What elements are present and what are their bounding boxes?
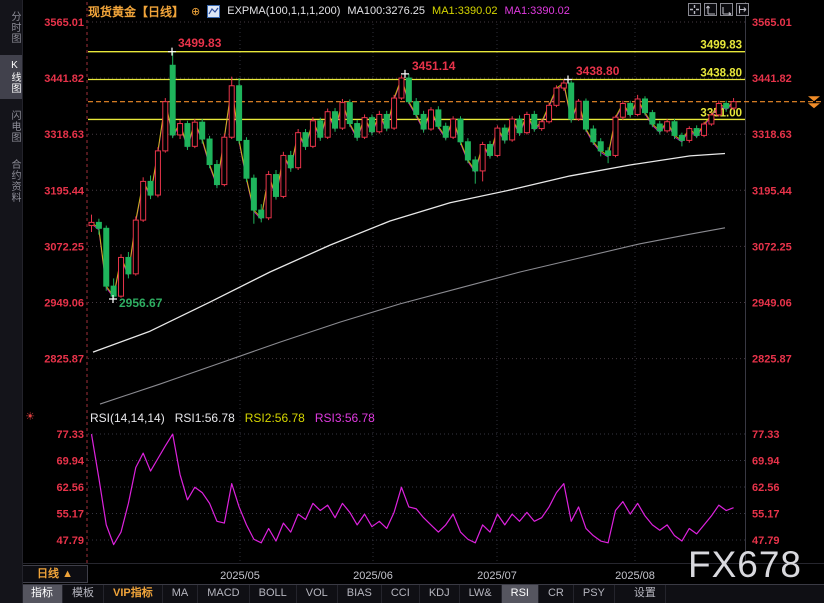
left-sidebar: 分时图 K线图闪电图合约资料 [0,0,23,603]
svg-text:3441.82: 3441.82 [752,73,792,85]
add-indicator-icon[interactable]: ⊕ [191,5,200,18]
tab-rsi[interactable]: RSI [501,585,539,603]
price-annotations: 3499.83 3451.14 3438.80 2956.67 [109,35,621,311]
svg-text:3565.01: 3565.01 [752,17,792,29]
ma100-line [92,152,726,353]
watermark-logo: FX678 [688,544,803,585]
svg-text:77.33: 77.33 [752,429,780,441]
svg-text:69.94: 69.94 [56,456,84,468]
x-axis-scale-icon[interactable] [720,3,733,16]
svg-text:77.33: 77.33 [56,429,84,441]
ma100-value: MA100:3276.25 [347,5,426,17]
time-axis-labels: 2025/05 2025/06 2025/07 2025/08 [220,570,655,582]
svg-text:3072.25: 3072.25 [44,241,84,253]
tab-bias[interactable]: BIAS [338,585,382,603]
rsi3-value: RSI3:56.78 [314,411,375,425]
rsi-line [90,433,734,546]
rsi1-value: RSI1:56.78 [174,411,235,425]
svg-text:3072.25: 3072.25 [752,241,792,253]
sidebar-item-kline-chart[interactable]: K线图 [0,55,22,99]
tab-settings[interactable]: 设置 [625,585,666,603]
chart-toolbar [688,3,749,16]
tab-cci[interactable]: CCI [382,585,420,603]
svg-text:69.94: 69.94 [752,456,780,468]
svg-text:3318.63: 3318.63 [752,129,792,141]
gridlines [22,2,824,564]
tab-boll[interactable]: BOLL [250,585,297,603]
rsi-legend: RSI(14,14,14) RSI1:56.78 RSI2:56.78 RSI3… [90,411,375,425]
svg-text:55.17: 55.17 [56,509,84,521]
chart-canvas[interactable]: 3499.833438.803351.003565.013565.013441.… [0,0,824,603]
svg-text:62.56: 62.56 [56,482,84,494]
svg-text:3195.44: 3195.44 [752,185,793,197]
sidebar-item-flash-chart[interactable]: 闪电图 [0,105,22,148]
tab-indicators[interactable]: 指标 [22,585,63,603]
ma1-magenta-value: MA1:3390.02 [504,5,570,17]
move-icon[interactable] [688,3,701,16]
svg-text:2025/05: 2025/05 [220,570,260,582]
rsi-settings-icon[interactable]: ☀ [23,410,37,424]
ma1-yellow-value: MA1:3390.02 [432,5,498,17]
sidebar-item-contract-info[interactable]: 合约资料 [0,154,22,208]
chart-header: 现货黄金【日线】 ⊕ EXPMA(100,1,1,1,200) MA100:32… [88,3,570,19]
tab-psy[interactable]: PSY [574,585,615,603]
price-axis-labels: 3565.01 3565.01 3441.82 3441.82 3318.63 3318.… [44,17,792,547]
tab-templates[interactable]: 模板 [63,585,104,603]
tab-cr[interactable]: CR [539,585,574,603]
svg-text:3441.82: 3441.82 [44,73,84,85]
svg-text:2825.87: 2825.87 [752,354,792,366]
candlestick-series [88,51,737,300]
svg-text:3499.83: 3499.83 [178,36,222,50]
mini-chart-icon [207,4,221,18]
tab-ma[interactable]: MA [163,585,199,603]
svg-text:3318.63: 3318.63 [44,129,84,141]
svg-text:3451.14: 3451.14 [412,59,456,73]
rsi-plot [90,433,734,546]
svg-text:2956.67: 2956.67 [119,296,163,310]
svg-text:3438.80: 3438.80 [700,67,742,79]
svg-text:2025/07: 2025/07 [477,570,517,582]
indicator-formula: EXPMA(100,1,1,1,200) [227,5,341,17]
tab-kdj[interactable]: KDJ [420,585,460,603]
svg-text:3438.80: 3438.80 [576,64,620,78]
sidebar-item-time-chart[interactable]: 分时图 [0,6,22,49]
svg-text:2025/08: 2025/08 [615,570,655,582]
pan-right-icon[interactable] [736,3,749,16]
svg-text:2949.06: 2949.06 [44,298,84,310]
svg-text:47.79: 47.79 [56,535,84,547]
y-axis-scale-icon[interactable] [704,3,717,16]
svg-text:2949.06: 2949.06 [752,298,792,310]
ma200-line [99,227,726,405]
tab-vip-indicators[interactable]: VIP指标 [104,585,163,603]
period-selector[interactable]: 日线 ▲ [22,565,88,583]
rsi-formula: RSI(14,14,14) [90,411,165,425]
svg-text:2825.87: 2825.87 [44,354,84,366]
tab-vol[interactable]: VOL [297,585,338,603]
symbol-title: 现货黄金【日线】 [88,4,185,19]
svg-text:3565.01: 3565.01 [44,17,84,29]
trading-app: 3499.833438.803351.003565.013565.013441.… [0,0,824,603]
tab-lwr[interactable]: LW& [460,585,502,603]
tab-macd[interactable]: MACD [198,585,250,603]
svg-text:2025/06: 2025/06 [353,570,393,582]
indicator-tab-bar: 指标 模板 VIP指标 MA MACD BOLL VOL BIAS CCI KDJ LW& RSI CR… [22,584,824,603]
svg-text:3195.44: 3195.44 [44,185,85,197]
svg-text:3499.83: 3499.83 [700,40,742,52]
svg-text:62.56: 62.56 [752,482,780,494]
svg-text:55.17: 55.17 [752,509,780,521]
rsi2-value: RSI2:56.78 [244,411,305,425]
